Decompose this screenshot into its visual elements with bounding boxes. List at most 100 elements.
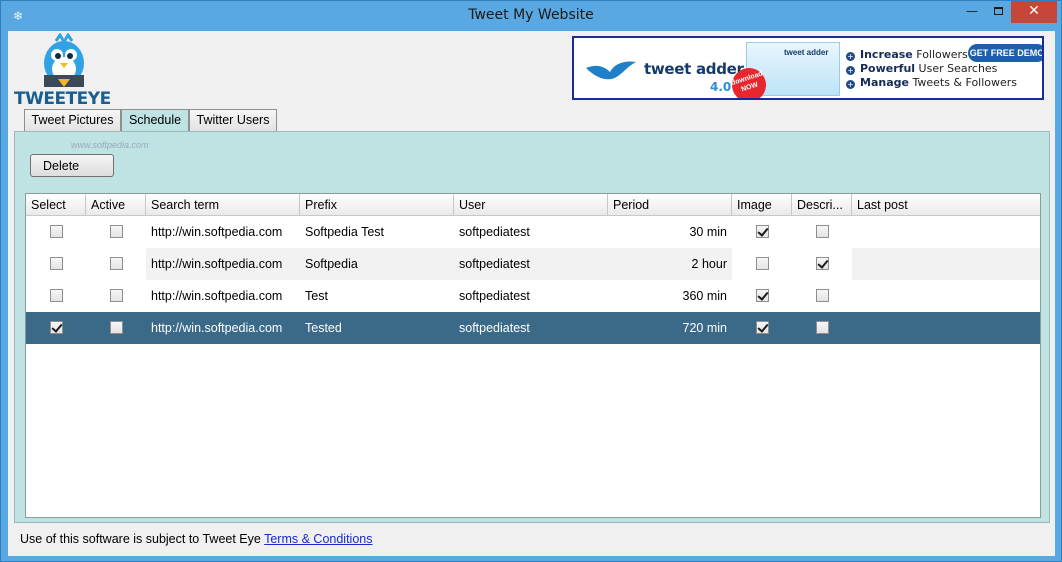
image-checkbox[interactable] <box>755 225 769 239</box>
image-checkbox[interactable] <box>755 289 769 303</box>
period-cell: 360 min <box>682 289 727 303</box>
description-cell <box>792 312 852 344</box>
column-header-period[interactable]: Period <box>608 194 732 216</box>
period-cell: 2 hour <box>691 257 727 271</box>
minimize-button[interactable]: — <box>959 1 985 23</box>
terms-link[interactable]: Terms & Conditions <box>264 532 372 546</box>
active-checkbox[interactable] <box>109 257 123 271</box>
search-term-cell: http://win.softpedia.com <box>151 321 283 335</box>
maximize-button[interactable] <box>985 1 1011 23</box>
image-cell <box>732 216 792 248</box>
column-header-select[interactable]: Select <box>26 194 86 216</box>
select-cell <box>26 216 86 248</box>
maximize-icon <box>993 7 1003 15</box>
watermark: www.softpedia.com <box>71 140 149 150</box>
select-cell <box>26 280 86 312</box>
period-cell: 720 min <box>682 321 727 335</box>
column-header-prefix[interactable]: Prefix <box>300 194 454 216</box>
user-cell: softpediatest <box>459 257 530 271</box>
user-cell: softpediatest <box>459 289 530 303</box>
column-header-image[interactable]: Image <box>732 194 792 216</box>
active-checkbox[interactable] <box>109 321 123 335</box>
description-checkbox[interactable] <box>815 225 829 239</box>
table-row[interactable]: http://win.softpedia.com Softpedia softp… <box>26 248 1040 280</box>
table-header: Select Active Search term Prefix User Pe… <box>26 194 1040 216</box>
bird-icon <box>586 61 636 80</box>
ad-banner[interactable]: tweet adder 4.0 tweet adder download NOW… <box>572 36 1044 100</box>
description-cell <box>792 216 852 248</box>
logo-text-tweet: TWEET <box>14 89 77 109</box>
image-cell <box>732 312 792 344</box>
last-post-cell <box>852 280 1040 312</box>
description-checkbox[interactable] <box>815 257 829 271</box>
table-row-selected[interactable]: http://win.softpedia.com Tested softpedi… <box>26 312 1040 344</box>
tab-tweet-pictures[interactable]: Tweet Pictures <box>24 109 121 131</box>
tab-twitter-users[interactable]: Twitter Users <box>189 109 277 131</box>
select-checkbox[interactable] <box>49 289 63 303</box>
close-button[interactable]: ✕ <box>1011 1 1057 23</box>
plus-icon: + <box>846 80 855 89</box>
active-cell <box>86 280 146 312</box>
logo-text-eye: EYE <box>76 89 112 109</box>
select-checkbox[interactable] <box>49 225 63 239</box>
banner-feature: + Powerful User Searches <box>846 62 998 75</box>
prefix-cell: Softpedia <box>305 257 358 271</box>
window-title: Tweet My Website <box>468 7 594 23</box>
last-post-cell <box>852 216 1040 248</box>
select-cell <box>26 248 86 280</box>
banner-feature: + Increase Followers <box>846 48 968 61</box>
close-icon: ✕ <box>1028 3 1040 19</box>
tab-schedule[interactable]: Schedule <box>121 109 189 132</box>
search-term-cell: http://win.softpedia.com <box>151 257 283 271</box>
title-bar[interactable]: ❄ Tweet My Website — ✕ <box>1 1 1061 31</box>
column-header-last-post[interactable]: Last post <box>852 194 1040 216</box>
search-term-cell: http://win.softpedia.com <box>151 289 283 303</box>
bird-mascot-icon <box>44 32 84 87</box>
user-cell: softpediatest <box>459 321 530 335</box>
description-cell <box>792 248 852 280</box>
user-cell: softpediatest <box>459 225 530 239</box>
banner-brand: tweet adder <box>644 60 744 78</box>
minimize-icon: — <box>966 4 978 18</box>
prefix-cell: Tested <box>305 321 342 335</box>
logo-wordmark: TWEETEYE <box>14 89 114 109</box>
description-cell <box>792 280 852 312</box>
table-row[interactable]: http://win.softpedia.com Test softpediat… <box>26 280 1040 312</box>
schedule-table: Select Active Search term Prefix User Pe… <box>25 193 1041 518</box>
plus-icon: + <box>846 52 855 61</box>
active-checkbox[interactable] <box>109 289 123 303</box>
schedule-panel: Delete www.softpedia.com Select Active S… <box>14 131 1050 523</box>
column-header-user[interactable]: User <box>454 194 608 216</box>
app-window: ❄ Tweet My Website — ✕ TWEETEYE tweet ad… <box>0 0 1062 562</box>
select-cell <box>26 312 86 344</box>
image-checkbox[interactable] <box>755 321 769 335</box>
active-cell <box>86 248 146 280</box>
image-cell <box>732 248 792 280</box>
tweeteye-logo: TWEETEYE <box>14 32 114 109</box>
select-checkbox[interactable] <box>49 257 63 271</box>
search-term-cell: http://win.softpedia.com <box>151 225 283 239</box>
description-checkbox[interactable] <box>815 289 829 303</box>
image-checkbox[interactable] <box>755 257 769 271</box>
column-header-search-term[interactable]: Search term <box>146 194 300 216</box>
delete-button[interactable]: Delete <box>30 154 114 177</box>
product-box-label: tweet adder <box>784 48 829 57</box>
prefix-cell: Softpedia Test <box>305 225 384 239</box>
select-checkbox[interactable] <box>49 321 63 335</box>
description-checkbox[interactable] <box>815 321 829 335</box>
image-cell <box>732 280 792 312</box>
client-area: TWEETEYE tweet adder 4.0 tweet adder dow… <box>8 31 1055 556</box>
column-header-description[interactable]: Descri... <box>792 194 852 216</box>
banner-feature: + Manage Tweets & Followers <box>846 76 1018 89</box>
banner-version: 4.0 <box>710 80 732 94</box>
active-cell <box>86 216 146 248</box>
column-header-active[interactable]: Active <box>86 194 146 216</box>
get-free-demo-button[interactable]: GET FREE DEMO <box>968 44 1042 62</box>
active-checkbox[interactable] <box>109 225 123 239</box>
table-row[interactable]: http://win.softpedia.com Softpedia Test … <box>26 216 1040 248</box>
period-cell: 30 min <box>689 225 727 239</box>
prefix-cell: Test <box>305 289 328 303</box>
footer: Use of this software is subject to Tweet… <box>20 532 372 546</box>
last-post-cell <box>852 312 1040 344</box>
active-cell <box>86 312 146 344</box>
